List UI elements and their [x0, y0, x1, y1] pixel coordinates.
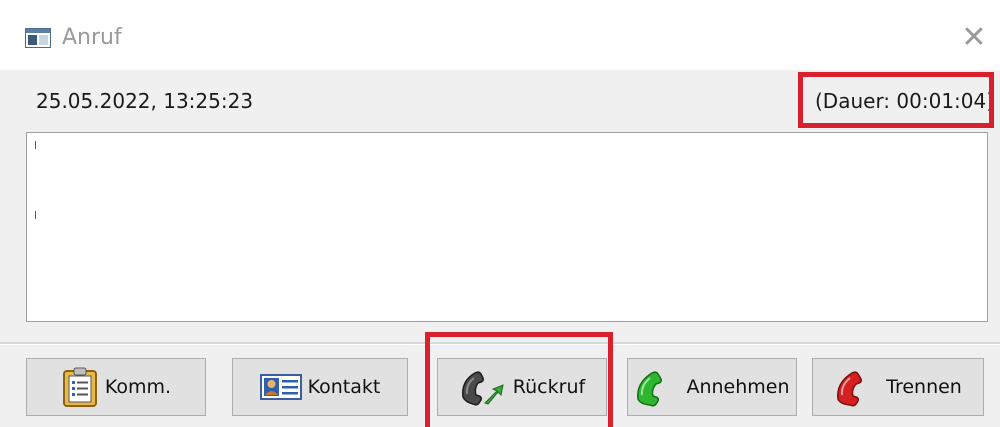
kontakt-button-label: Kontakt	[307, 376, 381, 398]
app-window-icon	[25, 28, 51, 48]
answer-phone-icon	[634, 367, 680, 407]
call-duration: (Dauer: 00:01:04)	[815, 89, 995, 113]
title-bar: Anruf ✕	[0, 0, 1000, 70]
call-notes-textarea[interactable]	[26, 132, 988, 322]
divider	[0, 342, 1000, 345]
window-title: Anruf	[62, 25, 122, 50]
kontakt-button[interactable]: Kontakt	[232, 358, 408, 416]
clipboard-icon	[61, 366, 99, 408]
close-button[interactable]: ✕	[956, 20, 992, 56]
dialog-client-area: 25.05.2022, 13:25:23 (Dauer: 00:01:04) K…	[0, 70, 1000, 427]
callback-phone-icon	[459, 367, 507, 407]
komm-button-label: Komm.	[104, 376, 172, 398]
trennen-button-label: Trennen	[886, 376, 962, 398]
text-mark	[35, 211, 36, 219]
annehmen-button-label: Annehmen	[686, 376, 790, 398]
komm-button[interactable]: Komm.	[26, 358, 206, 416]
call-datetime: 25.05.2022, 13:25:23	[36, 89, 254, 113]
text-mark	[35, 141, 36, 149]
contact-card-icon	[259, 373, 302, 401]
trennen-button[interactable]: Trennen	[812, 358, 984, 416]
annehmen-button[interactable]: Annehmen	[627, 358, 797, 416]
rueckruf-button-label: Rückruf	[512, 376, 586, 398]
hangup-phone-icon	[834, 367, 880, 407]
rueckruf-button[interactable]: Rückruf	[437, 358, 607, 416]
close-icon: ✕	[961, 20, 987, 55]
